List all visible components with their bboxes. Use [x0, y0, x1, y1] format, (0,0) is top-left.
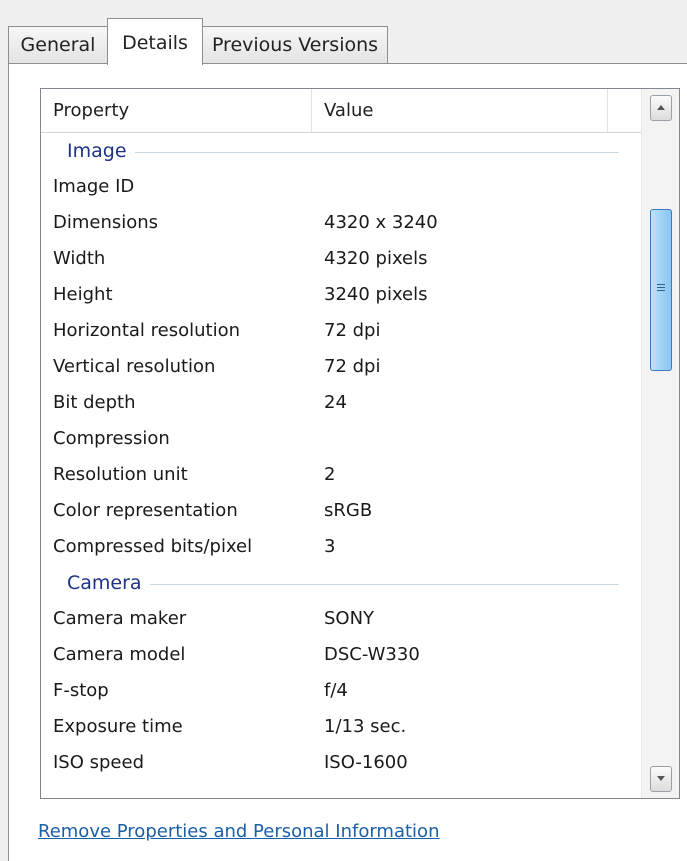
property-value: 4320 pixels	[324, 248, 428, 269]
property-row[interactable]: Dimensions 4320 x 3240	[41, 205, 641, 241]
property-row[interactable]: Resolution unit 2	[41, 457, 641, 493]
property-name: Horizontal resolution	[53, 320, 240, 341]
property-name: Resolution unit	[53, 464, 188, 485]
property-rows: Image Image ID Dimensions 4320 x 3240 Wid…	[41, 133, 641, 781]
property-name: Color representation	[53, 500, 238, 521]
grip-icon	[657, 284, 665, 293]
column-header-value[interactable]: Value	[324, 89, 373, 132]
property-name: Height	[53, 284, 113, 305]
property-row[interactable]: Horizontal resolution 72 dpi	[41, 313, 641, 349]
column-header-property[interactable]: Property	[53, 89, 129, 132]
tab-details[interactable]: Details	[107, 18, 203, 65]
property-name: Camera maker	[53, 608, 187, 629]
group-header-camera: Camera	[41, 565, 641, 601]
property-row[interactable]: Compressed bits/pixel 3	[41, 529, 641, 565]
tab-general[interactable]: General	[8, 26, 108, 64]
column-divider[interactable]	[607, 89, 608, 132]
property-value: 72 dpi	[324, 320, 381, 341]
property-value: 24	[324, 392, 347, 413]
property-row[interactable]: Camera maker SONY	[41, 601, 641, 637]
property-value: 4320 x 3240	[324, 212, 438, 233]
arrow-down-icon	[657, 776, 665, 781]
property-row[interactable]: Exposure time 1/13 sec.	[41, 709, 641, 745]
property-name: Compression	[53, 428, 170, 449]
property-name: Compressed bits/pixel	[53, 536, 253, 557]
property-row[interactable]: Camera model DSC-W330	[41, 637, 641, 673]
arrow-up-icon	[657, 105, 665, 110]
property-row[interactable]: Compression	[41, 421, 641, 457]
property-row[interactable]: F-stop f/4	[41, 673, 641, 709]
scroll-up-button[interactable]	[650, 95, 672, 121]
property-name: Image ID	[53, 176, 135, 197]
property-row[interactable]: Color representation sRGB	[41, 493, 641, 529]
property-name: Vertical resolution	[53, 356, 216, 377]
property-value: f/4	[324, 680, 348, 701]
property-name: Dimensions	[53, 212, 159, 233]
property-value: sRGB	[324, 500, 373, 521]
property-name: ISO speed	[53, 752, 145, 773]
vertical-scrollbar[interactable]	[641, 89, 679, 798]
property-name: Camera model	[53, 644, 186, 665]
property-name: Exposure time	[53, 716, 183, 737]
property-row[interactable]: Image ID	[41, 169, 641, 205]
scrollbar-thumb[interactable]	[650, 209, 672, 371]
property-list[interactable]: Property Value Image Image ID Dimensions…	[40, 88, 680, 799]
column-divider[interactable]	[311, 89, 312, 132]
tab-strip: General Previous Versions Details	[0, 0, 687, 65]
group-title: Image	[67, 133, 135, 169]
details-panel: Property Value Image Image ID Dimensions…	[8, 63, 687, 861]
scroll-down-button[interactable]	[650, 766, 672, 792]
property-row[interactable]: Width 4320 pixels	[41, 241, 641, 277]
group-header-image: Image	[41, 133, 641, 169]
tab-previous-versions[interactable]: Previous Versions	[202, 26, 388, 64]
property-value: 3240 pixels	[324, 284, 428, 305]
property-row[interactable]: Bit depth 24	[41, 385, 641, 421]
property-value: ISO-1600	[324, 752, 408, 773]
group-divider	[71, 152, 619, 153]
property-value: DSC-W330	[324, 644, 420, 665]
column-header: Property Value	[41, 89, 641, 133]
property-row[interactable]: ISO speed ISO-1600	[41, 745, 641, 781]
property-value: 72 dpi	[324, 356, 381, 377]
property-name: Width	[53, 248, 106, 269]
property-name: Bit depth	[53, 392, 136, 413]
property-value: SONY	[324, 608, 375, 629]
remove-properties-link[interactable]: Remove Properties and Personal Informati…	[38, 821, 439, 842]
group-divider	[71, 584, 619, 585]
property-value: 3	[324, 536, 336, 557]
property-row[interactable]: Height 3240 pixels	[41, 277, 641, 313]
group-title: Camera	[67, 565, 150, 601]
property-value: 2	[324, 464, 336, 485]
property-value: 1/13 sec.	[324, 716, 407, 737]
property-name: F-stop	[53, 680, 109, 701]
property-row[interactable]: Vertical resolution 72 dpi	[41, 349, 641, 385]
